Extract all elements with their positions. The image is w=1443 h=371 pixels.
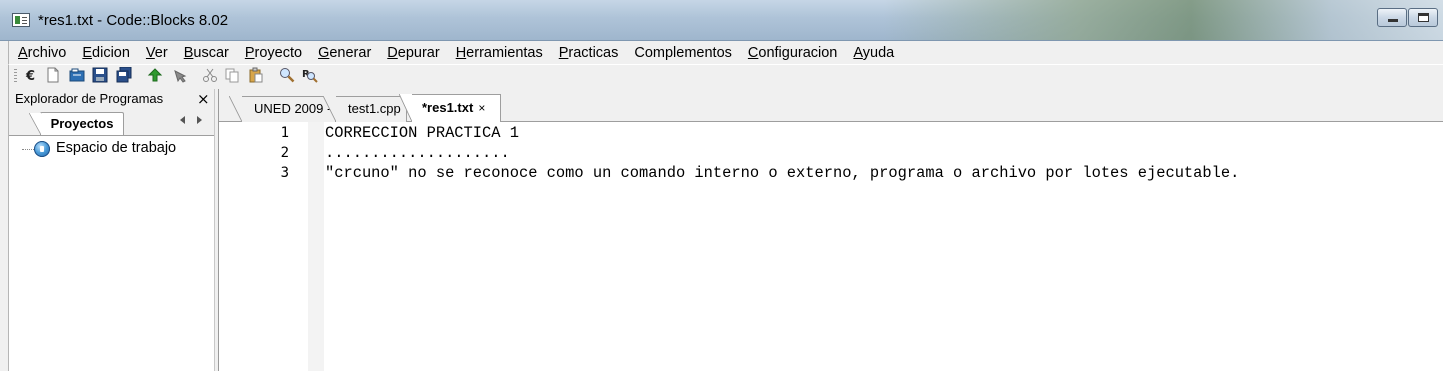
app-icon[interactable] (12, 13, 30, 27)
menu-ayuda[interactable]: Ayuda (843, 45, 900, 61)
panel-title: Explorador de Programas (15, 91, 164, 106)
find-icon[interactable] (279, 67, 295, 83)
tree-connector (22, 149, 34, 150)
line-number: 2 (280, 145, 289, 161)
tab-scroll-right-icon[interactable] (197, 116, 202, 124)
tab-proyectos[interactable]: Proyectos (29, 112, 124, 135)
copy-icon[interactable] (224, 67, 240, 83)
replace-icon[interactable]: R (302, 67, 318, 83)
panel-tabs: Proyectos (9, 110, 214, 136)
menu-herramientas[interactable]: Herramientas (446, 45, 549, 61)
code-line[interactable]: CORRECCION PRACTICA 1 (325, 123, 519, 143)
menu-archivo[interactable]: Archivo (9, 45, 72, 61)
undo-icon[interactable] (147, 67, 163, 83)
menu-bar: Archivo Edicion Ver Buscar Proyecto Gene… (8, 41, 1443, 64)
panel-header: Explorador de Programas × (9, 89, 214, 110)
paste-icon[interactable] (248, 67, 264, 83)
menu-practicas[interactable]: Practicas (549, 45, 625, 61)
cut-icon[interactable] (202, 67, 218, 83)
line-number: 3 (280, 165, 289, 181)
fold-margin[interactable] (308, 122, 324, 371)
new-project-icon[interactable]: € (24, 67, 40, 83)
line-number: 1 (280, 125, 289, 141)
maximize-icon (1418, 13, 1429, 22)
minimize-button[interactable] (1377, 8, 1407, 27)
workspace-icon (34, 141, 50, 157)
main-toolbar: € R (8, 64, 1443, 90)
code-line[interactable]: .................... (325, 143, 510, 163)
minimize-icon (1388, 19, 1398, 22)
close-tab-icon[interactable]: × (478, 101, 485, 115)
menu-ver[interactable]: Ver (136, 45, 174, 61)
maximize-button[interactable] (1408, 8, 1438, 27)
program-explorer-panel: Explorador de Programas × Proyectos Espa… (8, 89, 215, 371)
title-bar-background (883, 0, 1443, 40)
tab-scroll-left-icon[interactable] (180, 116, 185, 124)
svg-text:€: € (25, 69, 35, 83)
panel-close-icon[interactable]: × (197, 90, 210, 108)
menu-configuracion[interactable]: Configuracion (738, 45, 843, 61)
save-all-icon[interactable] (116, 67, 132, 83)
project-tree: Espacio de trabajo (9, 136, 214, 371)
tab-test1-cpp[interactable]: test1.cpp (323, 96, 407, 122)
menu-proyecto[interactable]: Proyecto (235, 45, 308, 61)
save-icon[interactable] (92, 67, 108, 83)
menu-buscar[interactable]: Buscar (174, 45, 235, 61)
tab-res1-txt[interactable]: *res1.txt × (399, 94, 501, 122)
menu-generar[interactable]: Generar (308, 45, 377, 61)
code-line[interactable]: "crcuno" no se reconoce como un comando … (325, 163, 1239, 183)
title-bar: *res1.txt - Code::Blocks 8.02 (0, 0, 1443, 41)
redo-icon[interactable] (171, 67, 187, 83)
new-file-icon[interactable] (45, 67, 61, 83)
menu-edicion[interactable]: Edicion (72, 45, 136, 61)
editor-tab-bar: UNED 2009 - test1.cpp *res1.txt × (219, 89, 1443, 122)
window-title: *res1.txt - Code::Blocks 8.02 (38, 12, 229, 29)
menu-complementos[interactable]: Complementos (624, 45, 738, 61)
open-icon[interactable] (69, 67, 85, 83)
text-editor[interactable]: 1 2 3 CORRECCION PRACTICA 1 ............… (219, 122, 1443, 371)
tree-item-workspace[interactable]: Espacio de trabajo (56, 140, 176, 156)
menu-depurar[interactable]: Depurar (377, 45, 445, 61)
toolbar-grip[interactable] (14, 69, 17, 84)
